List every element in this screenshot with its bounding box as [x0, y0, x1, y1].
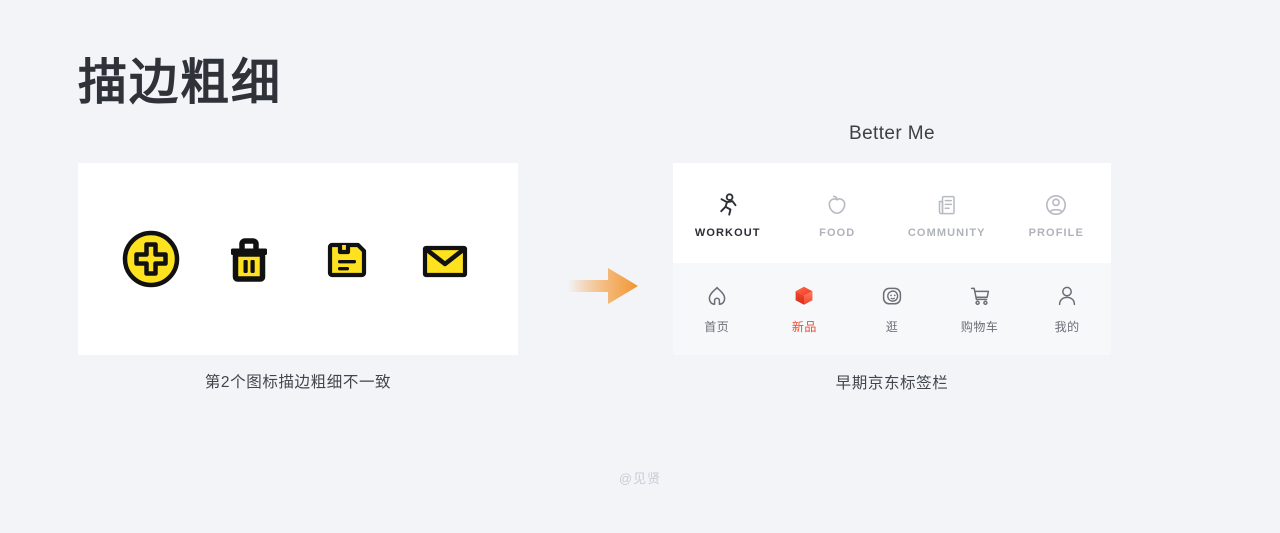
tab-label: WORKOUT: [694, 226, 761, 239]
mail-envelope-icon: [414, 228, 476, 290]
apple-food-icon: [824, 192, 850, 218]
tab-label: 购物车: [960, 320, 999, 334]
tab-food[interactable]: FOOD: [783, 192, 893, 239]
tabbar-better-me: WORKOUT FOOD COMMUNITY PROFILE: [673, 163, 1111, 263]
trash-icon: [218, 228, 280, 290]
tab-label: 我的: [1054, 320, 1080, 334]
tabbar-jd: 首页 新品 逛 购物车 我的: [673, 263, 1111, 355]
tab-home[interactable]: 首页: [673, 283, 761, 335]
save-floppy-icon: [316, 228, 378, 290]
watermark: @见贤: [618, 471, 662, 486]
plus-circle-icon: [120, 228, 182, 290]
tab-mine[interactable]: 我的: [1023, 283, 1111, 335]
tab-workout[interactable]: WORKOUT: [673, 192, 783, 239]
right-example-caption: 早期京东标签栏: [835, 375, 949, 392]
profile-person-icon: [1054, 283, 1080, 309]
document-community-icon: [934, 192, 960, 218]
left-example-card: [78, 163, 518, 355]
tab-community[interactable]: COMMUNITY: [892, 192, 1002, 239]
left-example-caption: 第2个图标描边粗细不一致: [204, 374, 392, 391]
tab-new-product[interactable]: 新品: [761, 283, 849, 335]
tab-profile[interactable]: PROFILE: [1002, 192, 1112, 239]
tab-shopping-cart[interactable]: 购物车: [936, 283, 1024, 335]
tab-browse[interactable]: 逛: [848, 283, 936, 335]
tab-label: 逛: [885, 320, 899, 334]
app-title: Better Me: [849, 123, 935, 144]
tab-label: 首页: [704, 320, 730, 334]
tab-label: FOOD: [819, 226, 856, 239]
right-arrow-icon: [566, 262, 644, 310]
page-title: 描边粗细: [78, 56, 283, 110]
workout-runner-icon: [715, 192, 741, 218]
tab-label: PROFILE: [1028, 226, 1084, 239]
browse-face-icon: [879, 283, 905, 309]
tab-label: 新品: [791, 320, 817, 334]
user-profile-icon: [1043, 192, 1069, 218]
new-product-cube-icon: [791, 283, 817, 309]
home-house-icon: [704, 283, 730, 309]
shopping-cart-icon: [967, 283, 993, 309]
tab-label: COMMUNITY: [907, 226, 986, 239]
